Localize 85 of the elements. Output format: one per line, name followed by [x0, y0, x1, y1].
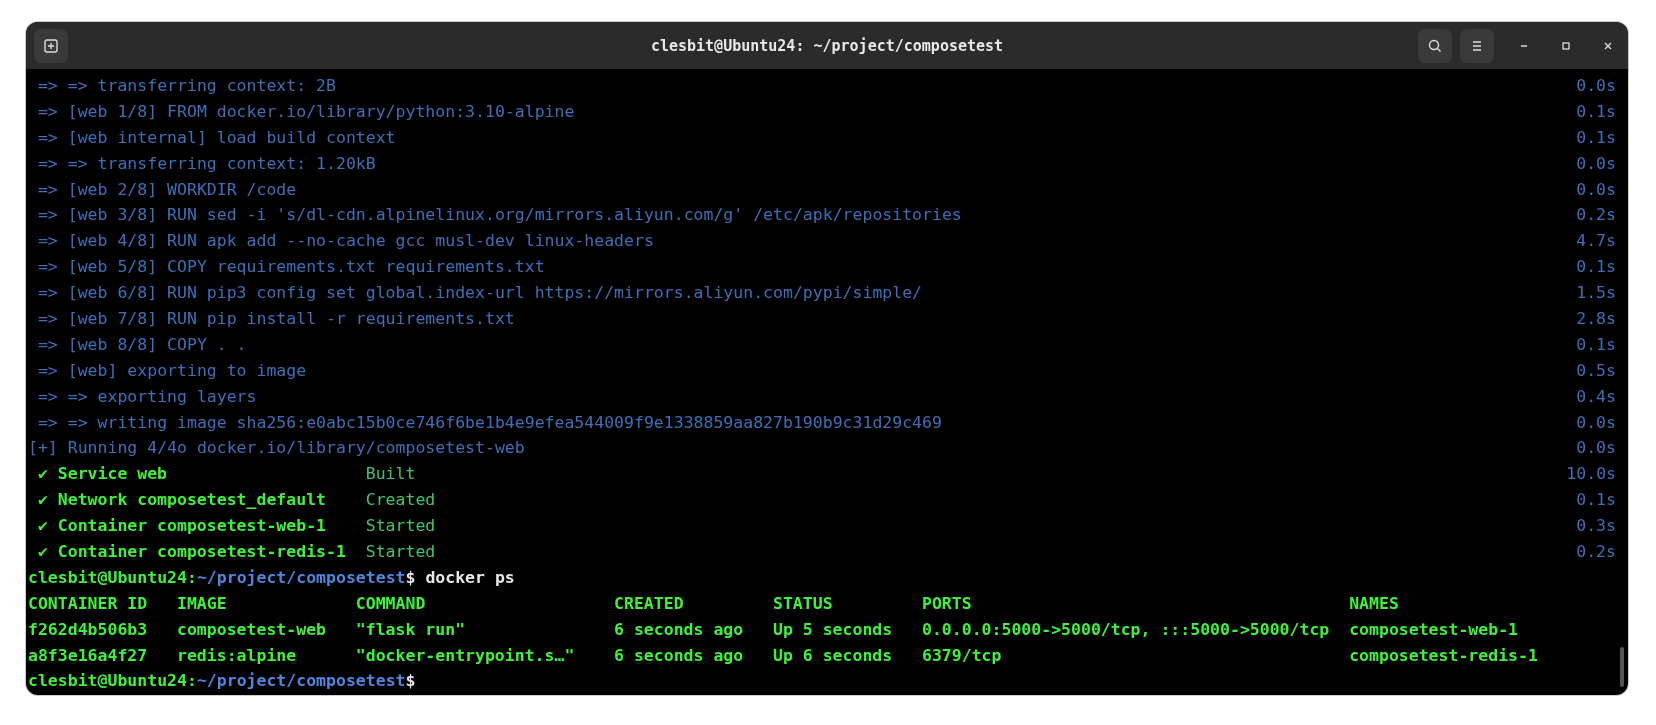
table-cell-text: 6379/tcp	[922, 644, 1003, 667]
column-header: STATUS	[773, 592, 834, 615]
duration-text: 0.2s	[1576, 541, 1616, 564]
build-log-text: => [web 6/8] RUN pip3 config set global.index-url https://mirrors.aliyun.com/pypi/simple/	[36, 282, 923, 305]
prompt-user-host: clesbit@Ubuntu24:	[28, 566, 197, 589]
duration-text: 4.7s	[1576, 230, 1616, 253]
duration-text: 0.0s	[1576, 411, 1616, 434]
table-cell-text: Up 6 seconds	[773, 644, 894, 667]
duration-text: 0.0s	[1576, 75, 1616, 97]
minimize-icon	[1520, 44, 1528, 47]
prompt-path: ~/project/composetest	[196, 670, 406, 693]
duration-text: 0.5s	[1576, 359, 1616, 382]
column-header: PORTS	[922, 592, 973, 615]
check-mark-icon: ✔	[37, 539, 58, 565]
column-header: CREATED	[614, 592, 685, 615]
check-mark-icon: ✔	[37, 513, 58, 540]
duration-text: 1.5s	[1576, 282, 1616, 305]
new-tab-button[interactable]	[34, 28, 68, 63]
check-mark-icon: ✔	[37, 487, 58, 514]
table-cell-text: f262d4b506b3	[28, 618, 149, 641]
duration-text: 0.4s	[1576, 385, 1616, 408]
new-tab-icon	[43, 37, 59, 54]
build-log-text: => [web 7/8] RUN pip install -r requirements.txt	[36, 308, 515, 330]
table-cell-text: a8f3e16a4f27	[28, 644, 149, 667]
build-log-text: => => transferring context: 2B	[36, 75, 336, 97]
prompt-symbol: $	[405, 670, 416, 693]
service-name-text: Container composetest-web-1	[57, 515, 326, 538]
duration-text: 2.8s	[1576, 308, 1616, 330]
menu-button[interactable]	[1460, 28, 1494, 63]
duration-text: 0.1s	[1576, 256, 1616, 279]
build-log-text: => [web 3/8] RUN sed -i 's/dl-cdn.alpinelinux.org/mirrors.aliyun.com/g' /etc/apk/repositories	[36, 204, 962, 227]
build-log-text: => [web] exporting to image	[36, 359, 307, 382]
search-icon	[1427, 37, 1443, 54]
table-cell-text: 6 seconds ago	[614, 618, 745, 641]
build-log-text: => [web 4/8] RUN apk add --no-cache gcc musl-dev linux-headers	[36, 230, 654, 253]
service-name-text: Service web	[57, 463, 168, 486]
duration-text: 0.1s	[1576, 489, 1616, 512]
duration-text: 0.1s	[1576, 100, 1616, 123]
build-log-text: => [web 8/8] COPY . .	[36, 333, 247, 356]
column-header: IMAGE	[177, 592, 228, 615]
service-status-text: Started	[365, 515, 436, 538]
table-cell-text: composetest-web-1	[1349, 618, 1519, 641]
table-cell-text: 6 seconds ago	[614, 644, 745, 667]
maximize-icon	[1561, 40, 1571, 51]
prompt-user-host: clesbit@Ubuntu24:	[28, 670, 197, 693]
build-log-text: => [web internal] load build context	[36, 126, 396, 149]
column-header: NAMES	[1349, 592, 1399, 615]
service-name-text: Container composetest-redis-1	[57, 541, 346, 564]
build-log-text: => => exporting layers	[36, 385, 257, 408]
build-log-text: [+] Running 4/4o docker.io/library/composetest-web	[28, 437, 525, 460]
duration-text: 0.0s	[1576, 178, 1616, 201]
table-cell-text: "flask run"	[355, 618, 467, 641]
table-cell-text: composetest-web	[177, 618, 327, 641]
close-icon	[1603, 40, 1613, 51]
duration-text: 0.1s	[1576, 126, 1616, 149]
table-cell-text: 0.0.0.0:5000->5000/tcp, :::5000->5000/tcp	[922, 618, 1331, 641]
menu-icon	[1470, 39, 1484, 52]
build-log-text: => [web 2/8] WORKDIR /code	[36, 178, 297, 201]
duration-text: 0.3s	[1576, 515, 1616, 538]
duration-text: 0.2s	[1576, 204, 1616, 227]
table-cell-text: redis:alpine	[177, 644, 298, 667]
prompt-path: ~/project/composetest	[196, 566, 406, 589]
table-cell-text: Up 5 seconds	[773, 618, 894, 641]
service-status-text: Started	[365, 541, 436, 564]
duration-text: 0.0s	[1576, 152, 1616, 175]
search-button[interactable]	[1418, 28, 1452, 63]
table-cell-text: "docker-entrypoint.s…"	[355, 644, 576, 667]
scrollbar-thumb[interactable]	[1620, 647, 1624, 687]
table-cell-text: composetest-redis-1	[1349, 644, 1538, 667]
service-status-text: Built	[365, 463, 416, 486]
duration-text: 0.1s	[1576, 333, 1616, 356]
duration-text: 10.0s	[1566, 463, 1616, 486]
duration-text: 0.0s	[1576, 437, 1616, 460]
prompt-symbol: $	[405, 566, 416, 589]
window-title: clesbit@Ubuntu24: ~/project/composetest	[650, 36, 1004, 55]
build-log-text: => => writing image sha256:e0abc15b0ce746f6be1b4e9efea544009f9e1338859aa827b190b9c31d29c469	[36, 411, 942, 434]
check-mark-icon: ✔	[37, 461, 58, 488]
service-name-text: Network composetest_default	[57, 489, 326, 512]
column-header: COMMAND	[355, 592, 427, 615]
build-log-text: => [web 5/8] COPY requirements.txt requirements.txt	[36, 256, 545, 279]
command-text: docker ps	[425, 566, 515, 589]
build-log-text: => [web 1/8] FROM docker.io/library/python:3.10-alpine	[36, 100, 575, 123]
build-log-text: => => transferring context: 1.20kB	[36, 152, 376, 175]
service-status-text: Created	[365, 489, 436, 512]
column-header: CONTAINER ID	[28, 592, 149, 615]
